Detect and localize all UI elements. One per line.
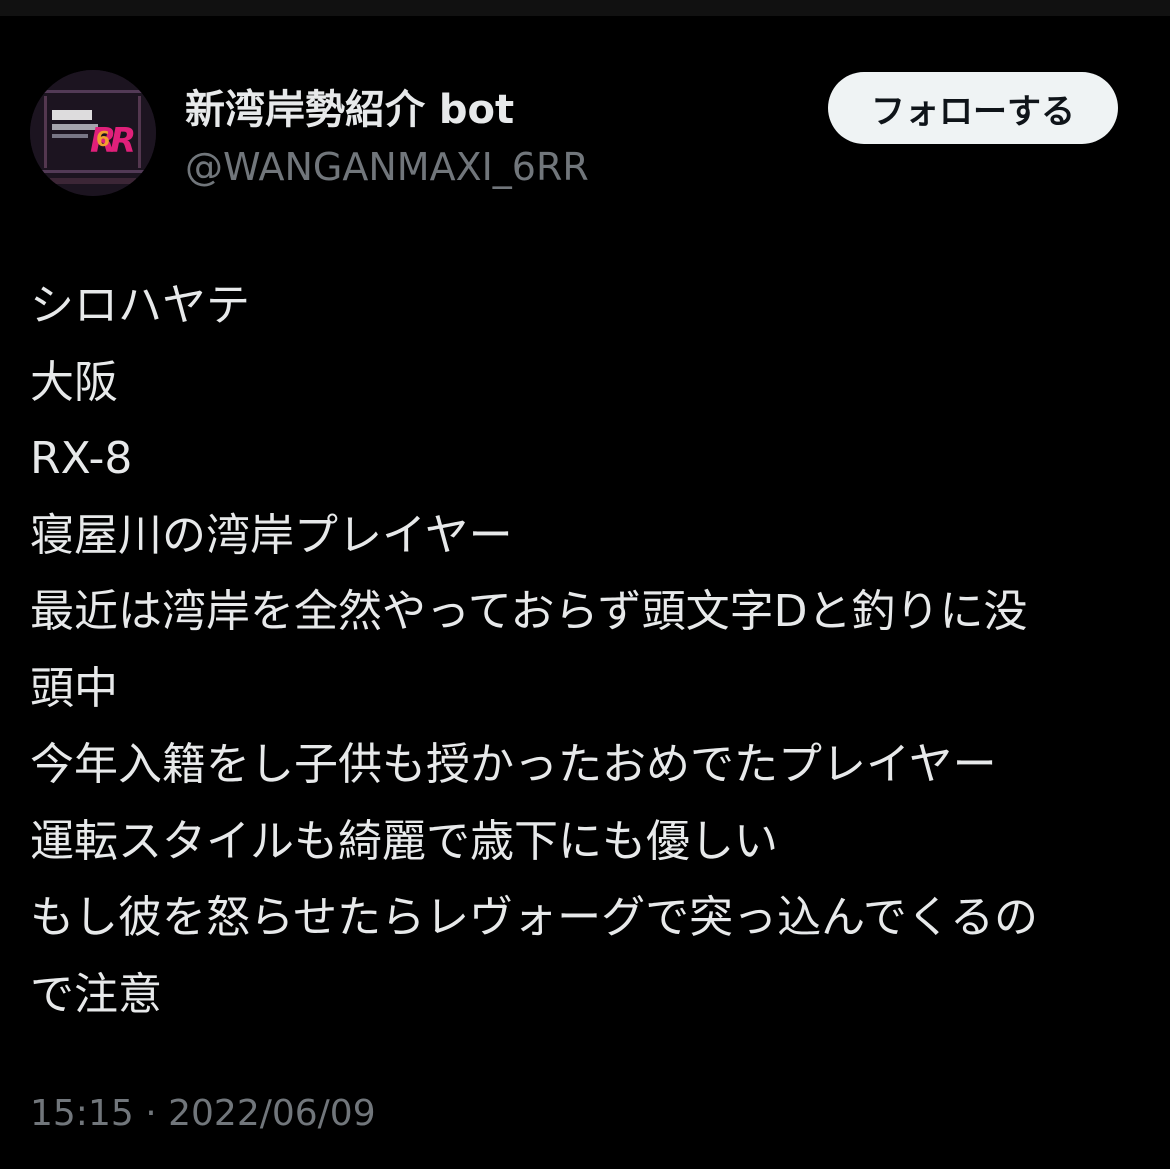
tweet-line: 頭中 (30, 662, 118, 714)
tweet-line: シロハヤテ (30, 280, 250, 331)
svg-text:6: 6 (96, 127, 110, 151)
svg-text:R: R (110, 121, 136, 161)
wangan-midnight-6rr-logo-icon: R R 6 (30, 70, 156, 196)
tweet-line: 今年入籍をし子供も授かったおめでたプレイヤー (30, 739, 997, 790)
tweet-line: で注意 (30, 968, 162, 1020)
tweet-text: シロハヤテ 大阪 RX-8 寝屋川の湾岸プレイヤー 最近は湾岸を全然やっておらず… (30, 268, 1140, 1033)
tweet-line: 大阪 (30, 356, 118, 408)
tweet-line: 運転スタイルも綺麗で歳下にも優しい (30, 815, 778, 867)
tweet-line: RX-8 (30, 433, 133, 484)
timestamp[interactable]: 15:15 · 2022/06/09 (30, 1084, 376, 1144)
display-name[interactable]: 新湾岸勢紹介 bot (185, 84, 589, 136)
tweet: R R 6 新湾岸勢紹介 bot @WANGANMAXI_6RR フォローする … (0, 16, 1170, 1169)
avatar[interactable]: R R 6 (30, 70, 156, 196)
timestamp-date: 2022/06/09 (168, 1093, 376, 1134)
user-info: 新湾岸勢紹介 bot @WANGANMAXI_6RR (185, 84, 589, 192)
user-handle[interactable]: @WANGANMAXI_6RR (185, 142, 589, 192)
tweet-line: もし彼を怒らせたらレヴォーグで突っ込んでくるの (30, 892, 1039, 943)
follow-button[interactable]: フォローする (828, 72, 1118, 144)
timestamp-separator: · (145, 1093, 157, 1134)
timestamp-time: 15:15 (30, 1093, 134, 1134)
tweet-line: 寝屋川の湾岸プレイヤー (30, 509, 513, 561)
tweet-line: 最近は湾岸を全然やっておらず頭文字Dと釣りに没 (30, 586, 1028, 637)
top-strip (0, 0, 1170, 16)
